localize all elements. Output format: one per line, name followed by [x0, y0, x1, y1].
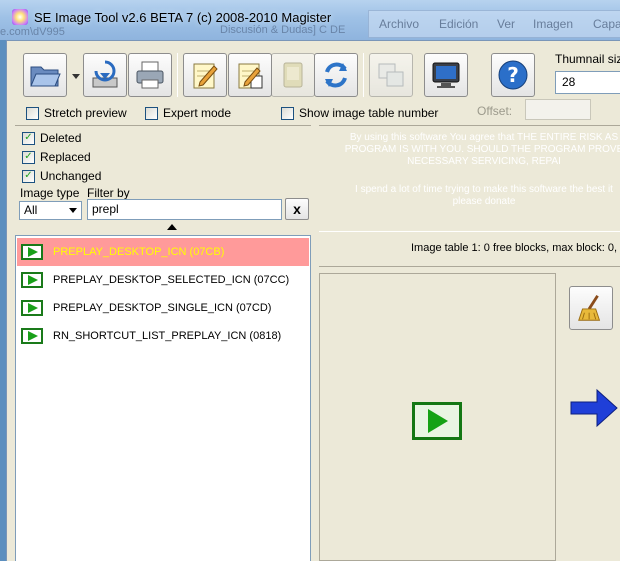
edit-notes-alt-button[interactable]: [228, 53, 272, 97]
preview-play-icon: [412, 402, 462, 440]
open-button[interactable]: [23, 53, 67, 97]
replaced-checkbox[interactable]: Replaced: [22, 150, 91, 164]
notepad-document-icon: [238, 63, 263, 89]
clear-filter-button[interactable]: x: [285, 198, 309, 220]
background-window-menu: Archivo Edición Ver Imagen Capa: [368, 10, 620, 38]
background-window-text: e.com\dV995: [0, 26, 65, 38]
disclaimer-line: I spend a lot of time trying to make thi…: [355, 184, 613, 195]
background-menu-item: Ver: [497, 17, 516, 31]
save-download-icon: [92, 60, 118, 88]
disclaimer-line: By using this software You agree that TH…: [349, 132, 619, 143]
image-table-info: Image table 1: 0 free blocks, max block:…: [319, 231, 620, 267]
checkbox-box[interactable]: [22, 169, 35, 183]
thumbnail-size-label: Thumnail size:: [555, 52, 620, 66]
svg-text:?: ?: [507, 63, 519, 87]
export-images-button[interactable]: [369, 53, 413, 97]
window-title: SE Image Tool v2.6 BETA 7 (c) 2008-2010 …: [34, 10, 332, 25]
play-icon: [21, 272, 43, 288]
tablet-button[interactable]: [271, 53, 315, 97]
list-item-label: PREPLAY_DESKTOP_SINGLE_ICN (07CD): [53, 302, 272, 314]
tablet-icon: [283, 62, 303, 88]
background-menu-item: Edición: [439, 17, 479, 31]
app-icon: [12, 9, 28, 25]
disclaimer-text: By using this software You agree that TH…: [319, 125, 620, 230]
help-icon: ?: [498, 60, 528, 90]
background-menu-item: Archivo: [379, 17, 420, 31]
list-item-label: PREPLAY_DESKTOP_SELECTED_ICN (07CC): [53, 274, 290, 286]
play-icon: [21, 244, 43, 260]
filter-by-input[interactable]: prepl: [87, 199, 282, 220]
phone-button[interactable]: [424, 53, 468, 97]
background-menu-item: Capa: [593, 17, 620, 31]
show-table-number-checkbox[interactable]: Show image table number: [281, 106, 438, 120]
stretch-preview-label: Stretch preview: [44, 106, 127, 120]
image-type-select[interactable]: All: [19, 201, 82, 220]
help-button[interactable]: ?: [491, 53, 535, 97]
toolbar-separator: [363, 53, 364, 97]
arrow-right-icon[interactable]: [569, 387, 619, 429]
disclaimer-line: PROGRAM IS WITH YOU. SHOULD THE PROGRAM …: [344, 144, 620, 155]
disclaimer-line: please donate: [452, 196, 516, 207]
main-window: ? Thumnail size: 28 Stretch preview Expe…: [6, 40, 620, 561]
disclaimer-line: NECESSARY SERVICING, REPAI: [407, 156, 561, 167]
clean-button[interactable]: [569, 286, 613, 330]
title-bar: SE Image Tool v2.6 BETA 7 (c) 2008-2010 …: [0, 0, 620, 40]
list-item[interactable]: PREPLAY_DESKTOP_SINGLE_ICN (07CD): [17, 294, 309, 322]
checkbox-box[interactable]: [22, 131, 35, 145]
refresh-icon: [325, 62, 347, 88]
collapse-arrow-icon[interactable]: [167, 224, 177, 230]
checkbox-box[interactable]: [145, 106, 158, 120]
unchanged-label: Unchanged: [40, 169, 102, 183]
offset-label: Offset:: [477, 104, 513, 118]
refresh-button[interactable]: [314, 53, 358, 97]
image-type-value: All: [24, 203, 38, 217]
images-export-icon: [378, 63, 404, 87]
print-button[interactable]: [128, 53, 172, 97]
expert-mode-checkbox[interactable]: Expert mode: [145, 106, 231, 120]
notepad-pencil-icon: [193, 63, 218, 89]
offset-input[interactable]: [525, 99, 591, 120]
open-dropdown-arrow-icon[interactable]: [71, 71, 81, 81]
background-window-text: Discusión & Dudas] C DE: [220, 24, 346, 36]
play-icon: [21, 328, 43, 344]
printer-icon: [136, 61, 164, 89]
expert-mode-label: Expert mode: [163, 106, 232, 120]
broom-icon: [578, 295, 601, 321]
list-item[interactable]: PREPLAY_DESKTOP_SELECTED_ICN (07CC): [17, 266, 309, 294]
image-preview: [319, 273, 556, 561]
image-type-label: Image type: [20, 186, 80, 200]
edit-notes-button[interactable]: [183, 53, 227, 97]
play-icon: [21, 300, 43, 316]
filter-by-label: Filter by: [87, 186, 130, 200]
toolbar-separator: [177, 53, 178, 97]
save-button[interactable]: [83, 53, 127, 97]
thumbnail-size-input[interactable]: 28: [555, 71, 620, 94]
unchanged-checkbox[interactable]: Unchanged: [22, 169, 101, 183]
list-item[interactable]: RN_SHORTCUT_LIST_PREPLAY_ICN (0818): [17, 322, 309, 350]
list-item-label: RN_SHORTCUT_LIST_PREPLAY_ICN (0818): [53, 330, 282, 342]
background-menu-item: Imagen: [533, 17, 574, 31]
folder-open-icon: [30, 66, 61, 87]
filter-panel: Deleted Replaced Unchanged Image type Fi…: [15, 125, 311, 232]
chevron-down-icon: [69, 208, 77, 213]
deleted-label: Deleted: [40, 131, 82, 145]
stretch-preview-checkbox[interactable]: Stretch preview: [26, 106, 127, 120]
checkbox-box[interactable]: [281, 106, 294, 120]
image-list[interactable]: PREPLAY_DESKTOP_ICN (07CB) PREPLAY_DESKT…: [15, 235, 311, 561]
checkbox-box[interactable]: [22, 150, 35, 164]
list-item[interactable]: PREPLAY_DESKTOP_ICN (07CB): [17, 238, 309, 266]
list-item-label: PREPLAY_DESKTOP_ICN (07CB): [53, 246, 225, 258]
replaced-label: Replaced: [40, 150, 91, 164]
deleted-checkbox[interactable]: Deleted: [22, 131, 81, 145]
checkbox-box[interactable]: [26, 106, 39, 120]
show-table-number-label: Show image table number: [299, 106, 439, 120]
monitor-icon: [432, 62, 460, 88]
